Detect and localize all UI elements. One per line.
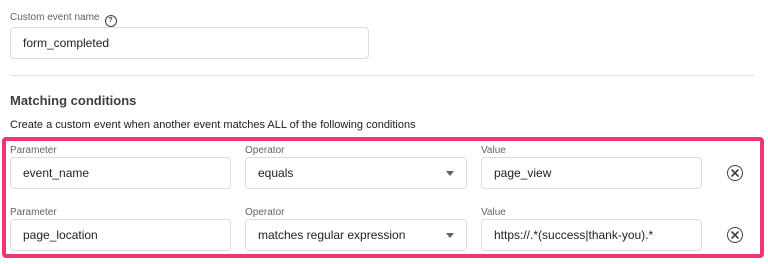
condition-2-operator-value: matches regular expression [258,228,406,242]
remove-circle-icon [731,169,739,177]
condition-2-parameter-input[interactable]: page_location [10,219,231,251]
condition-1-value-label: Value [481,145,506,156]
remove-circle-icon [731,231,739,239]
dropdown-arrow-icon [446,232,454,238]
help-circle-icon[interactable]: ? [104,15,117,27]
condition-1-value-value: page_view [494,166,552,180]
condition-1-remove-button[interactable] [727,165,743,181]
custom-event-form: Custom event name? form_completed Matchi… [0,0,768,264]
custom-event-name-label: Custom event name? [10,12,117,27]
condition-1-operator-label: Operator [245,145,285,156]
condition-2-remove-button[interactable] [727,227,743,243]
condition-1-parameter-input[interactable]: event_name [10,157,231,189]
section-divider [10,75,755,76]
dropdown-arrow-icon [446,170,454,176]
condition-1-operator-select[interactable]: equals [245,157,467,189]
condition-2-parameter-label: Parameter [10,207,57,218]
condition-1-value-input[interactable]: page_view [481,157,702,189]
custom-event-name-input[interactable]: form_completed [10,27,369,59]
condition-2-value-value: https://.*(success|thank-you).* [494,228,654,242]
condition-1-parameter-value: event_name [23,166,90,180]
custom-event-name-value: form_completed [23,36,110,50]
condition-1-operator-value: equals [258,166,294,180]
condition-2-value-label: Value [481,207,506,218]
condition-1-parameter-label: Parameter [10,145,57,156]
condition-2-operator-select[interactable]: matches regular expression [245,219,467,251]
matching-conditions-description: Create a custom event when another event… [10,119,416,131]
condition-2-operator-label: Operator [245,207,285,218]
matching-conditions-title: Matching conditions [10,93,137,108]
condition-2-value-input[interactable]: https://.*(success|thank-you).* [481,219,702,251]
custom-event-name-label-text: Custom event name [10,12,100,23]
condition-2-parameter-value: page_location [23,228,98,242]
